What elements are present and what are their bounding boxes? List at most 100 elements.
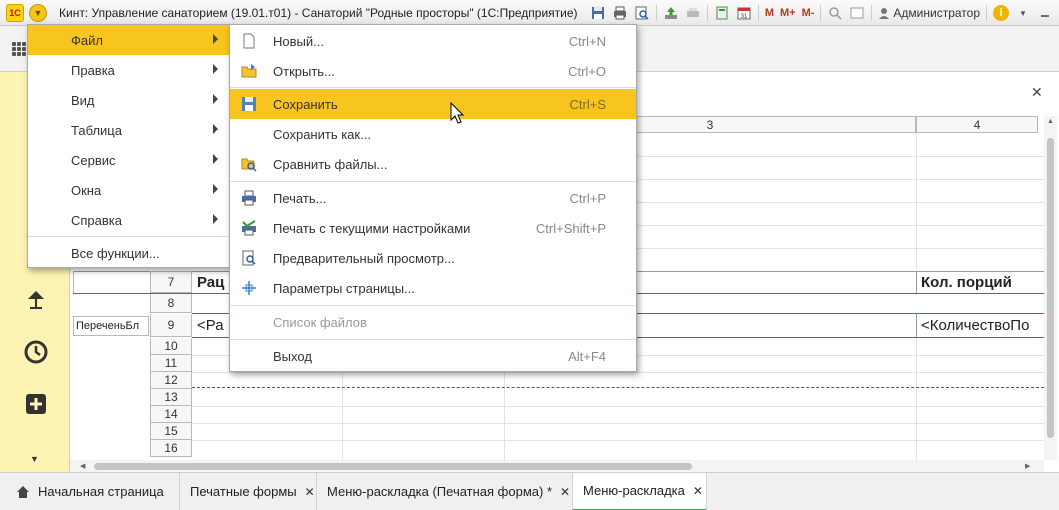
menu-item-save-as[interactable]: Сохранить как... <box>230 119 636 149</box>
menu-separator <box>230 305 636 306</box>
tab-print-forms[interactable]: Печатные формы ✕ <box>180 472 317 510</box>
zoom-icon[interactable] <box>827 5 843 21</box>
row-header[interactable]: 14 <box>150 406 192 423</box>
menu-item-print[interactable]: Печать... Ctrl+P <box>230 183 636 213</box>
save-icon[interactable] <box>590 5 606 21</box>
menu-item-view[interactable]: Вид <box>28 85 230 115</box>
print-icon[interactable] <box>612 5 628 21</box>
info-icon[interactable]: i <box>993 5 1009 21</box>
horizontal-scroll-thumb[interactable] <box>94 463 692 470</box>
main-menu-button[interactable]: ▼ <box>29 3 47 22</box>
vertical-scroll-thumb[interactable] <box>1047 138 1054 438</box>
menu-item-print-preview[interactable]: Предварительный просмотр... <box>230 243 636 273</box>
tab-menu-layout[interactable]: Меню-раскладка ✕ <box>573 472 707 510</box>
submenu-arrow-icon <box>213 184 218 194</box>
menu-item-new[interactable]: Новый... Ctrl+N <box>230 26 636 56</box>
menu-item-label: Предварительный просмотр... <box>273 250 455 266</box>
column-header-4[interactable]: 4 <box>916 116 1038 133</box>
cell-kol-porciy[interactable]: Кол. порций <box>921 274 1012 291</box>
menu-item-file-list[interactable]: Список файлов <box>230 307 636 337</box>
menu-item-label: Сохранить как... <box>273 126 371 142</box>
row-header[interactable]: 8 <box>150 294 192 313</box>
row-header[interactable]: 11 <box>150 355 192 372</box>
cell-racion-param[interactable]: <Ра <box>197 317 224 334</box>
cell-kol-param[interactable]: <КоличествоПо <box>921 317 1029 334</box>
scroll-up-icon[interactable]: ▲ <box>1047 118 1054 125</box>
submenu-arrow-icon <box>213 154 218 164</box>
grid-line <box>916 338 917 460</box>
scroll-left-icon[interactable]: ◀ <box>80 462 85 470</box>
menu-item-save[interactable]: Сохранить Ctrl+S <box>230 89 636 119</box>
menu-item-shortcut: Ctrl+O <box>568 63 606 79</box>
menu-separator <box>230 339 636 340</box>
row-header[interactable]: 16 <box>150 440 192 457</box>
sidebar-scroll-down-icon[interactable]: ▼ <box>30 454 39 464</box>
add-icon[interactable] <box>24 392 48 416</box>
window-icon[interactable] <box>849 5 865 21</box>
menu-item-label: Список файлов <box>273 314 367 330</box>
submenu-arrow-icon <box>213 124 218 134</box>
row-header[interactable]: 7 <box>150 271 192 293</box>
grid-line <box>73 271 74 293</box>
menu-item-edit[interactable]: Правка <box>28 55 230 85</box>
tab-menu-layout-print[interactable]: Меню-раскладка (Печатная форма) * ✕ <box>317 472 573 510</box>
print-gray-icon[interactable] <box>685 5 701 21</box>
menu-item-open[interactable]: Открыть... Ctrl+O <box>230 56 636 86</box>
menu-item-label: Сохранить <box>273 96 338 112</box>
menu-item-compare-files[interactable]: Сравнить файлы... <box>230 149 636 179</box>
row-header[interactable]: 13 <box>150 389 192 406</box>
menu-item-label: Печать с текущими настройками <box>273 220 471 236</box>
close-tab-icon[interactable]: ✕ <box>305 485 315 499</box>
calendar-icon[interactable]: 31 <box>736 5 752 21</box>
menu-item-help[interactable]: Справка <box>28 205 230 235</box>
chevron-down-icon[interactable]: ▼ <box>1015 5 1031 21</box>
tab-home[interactable]: Начальная страница <box>0 472 180 510</box>
window-tab-bar: Начальная страница Печатные формы ✕ Меню… <box>0 472 1059 510</box>
menu-item-print-current[interactable]: Печать с текущими настройками Ctrl+Shift… <box>230 213 636 243</box>
scroll-right-icon[interactable]: ▶ <box>1025 462 1030 470</box>
menu-item-label: Все функции... <box>71 245 160 261</box>
memory-m-button[interactable]: M <box>765 7 774 19</box>
minimize-icon[interactable] <box>1037 5 1053 21</box>
toolbar-separator <box>871 5 873 21</box>
menu-item-windows[interactable]: Окна <box>28 175 230 205</box>
vertical-scrollbar[interactable]: ▲ <box>1044 116 1057 460</box>
menu-item-table[interactable]: Таблица <box>28 115 230 145</box>
menu-item-label: Параметры страницы... <box>273 280 415 296</box>
menu-item-all-functions[interactable]: Все функции... <box>28 238 230 268</box>
lamp-icon[interactable] <box>24 288 48 312</box>
preview-icon[interactable] <box>634 5 650 21</box>
menu-item-shortcut: Ctrl+N <box>568 33 606 49</box>
title-toolbar: 31 M M+ M- Администратор i ▼ <box>590 3 1059 23</box>
menu-item-page-settings[interactable]: Параметры страницы... <box>230 273 636 303</box>
submenu-arrow-icon <box>213 34 218 44</box>
close-tab-icon[interactable]: ✕ <box>693 484 703 498</box>
row-header[interactable]: 9 <box>150 314 192 337</box>
close-icon[interactable]: ✕ <box>1031 84 1043 101</box>
row-header[interactable]: 10 <box>150 338 192 355</box>
apps-grid-icon[interactable] <box>12 42 26 56</box>
menu-item-exit[interactable]: Выход Alt+F4 <box>230 341 636 371</box>
row-header[interactable]: 15 <box>150 423 192 440</box>
clock-icon[interactable] <box>24 340 48 364</box>
menu-item-service[interactable]: Сервис <box>28 145 230 175</box>
menu-item-label: Окна <box>71 182 102 198</box>
memory-minus-button[interactable]: M- <box>802 7 815 19</box>
toolbar-separator <box>655 5 657 21</box>
row-header[interactable]: 12 <box>150 372 192 389</box>
menu-item-shortcut: Alt+F4 <box>568 348 606 364</box>
menu-separator <box>230 181 636 182</box>
close-tab-icon[interactable]: ✕ <box>560 485 570 499</box>
toolbar-separator <box>820 5 822 21</box>
memory-plus-button[interactable]: M+ <box>780 7 796 19</box>
upload-icon[interactable] <box>663 5 679 21</box>
menu-item-label: Файл <box>71 32 103 48</box>
compare-files-icon <box>241 158 257 172</box>
menu-separator <box>230 87 636 88</box>
user-menu[interactable]: Администратор <box>878 6 980 20</box>
tab-label: Начальная страница <box>38 484 164 499</box>
menu-item-file[interactable]: Файл <box>28 25 230 55</box>
calculator-icon[interactable] <box>714 5 730 21</box>
cell-racion[interactable]: Рац <box>197 274 224 291</box>
cell-perechen[interactable]: ПереченьБл <box>73 316 149 336</box>
